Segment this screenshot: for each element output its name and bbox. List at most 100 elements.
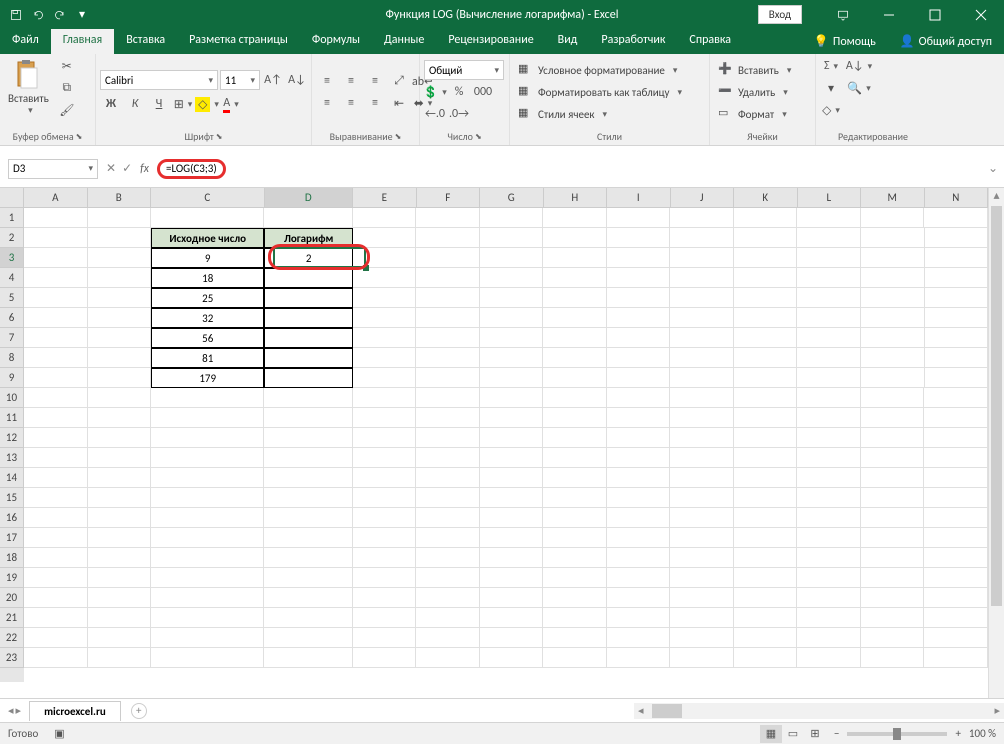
fill-icon[interactable]: ▾ [820,78,842,98]
cell[interactable] [24,628,88,648]
cell[interactable] [480,648,544,668]
cell[interactable] [264,368,352,388]
cell[interactable] [607,328,671,348]
cell[interactable] [861,648,925,668]
cell[interactable] [151,448,264,468]
tab-help[interactable]: Справка [677,29,743,54]
cell[interactable] [416,548,480,568]
cell[interactable] [924,468,988,488]
cell[interactable] [264,328,352,348]
row-header-11[interactable]: 11 [0,408,24,428]
cell[interactable] [88,328,152,348]
cell[interactable] [88,448,152,468]
col-header-B[interactable]: B [88,188,152,208]
cell[interactable] [607,648,671,668]
cell[interactable] [24,588,88,608]
cell[interactable] [861,288,925,308]
cell[interactable] [797,328,861,348]
align-left-icon[interactable]: ≡ [316,93,338,113]
sheet-nav-next-icon[interactable]: ▸ [16,704,22,717]
cell[interactable] [734,228,798,248]
cell[interactable] [861,588,925,608]
align-top-icon[interactable]: ≡ [316,71,338,91]
cell[interactable] [480,588,544,608]
cell[interactable] [416,248,480,268]
number-format-select[interactable]: Общий▾ [424,60,504,80]
cell[interactable] [797,468,861,488]
cell[interactable] [607,208,671,228]
col-header-E[interactable]: E [353,188,417,208]
cell[interactable] [861,568,925,588]
increase-decimal-icon[interactable]: ←.0 [424,104,446,124]
row-header-22[interactable]: 22 [0,628,24,648]
col-header-A[interactable]: A [24,188,88,208]
cell[interactable] [734,288,798,308]
cell[interactable] [151,648,264,668]
fill-handle[interactable] [363,265,369,271]
cell[interactable] [607,548,671,568]
cell[interactable] [353,528,417,548]
cell[interactable] [607,468,671,488]
cell[interactable]: 32 [151,308,264,328]
cell[interactable] [670,588,734,608]
cell[interactable] [670,488,734,508]
cell[interactable] [264,308,352,328]
cell[interactable] [543,588,607,608]
cell[interactable] [670,308,734,328]
cell[interactable] [607,508,671,528]
cell[interactable] [353,228,417,248]
cell[interactable] [670,628,734,648]
col-header-D[interactable]: D [265,188,354,208]
cell[interactable] [924,488,988,508]
cell[interactable] [416,588,480,608]
comma-icon[interactable]: 000 [472,82,494,102]
col-header-N[interactable]: N [925,188,989,208]
cell[interactable] [734,368,798,388]
zoom-slider[interactable] [847,732,947,736]
cell[interactable] [925,288,989,308]
format-cells-button[interactable]: ▭Формат▾ [714,104,791,124]
add-sheet-icon[interactable]: + [131,703,147,719]
cell[interactable] [416,508,480,528]
tab-file[interactable]: Файл [0,29,51,54]
cell[interactable] [416,568,480,588]
cell[interactable] [24,228,88,248]
cell[interactable] [607,488,671,508]
cell[interactable] [670,548,734,568]
row-header-13[interactable]: 13 [0,448,24,468]
cell[interactable] [353,348,417,368]
cell[interactable] [543,628,607,648]
col-header-F[interactable]: F [417,188,481,208]
cut-icon[interactable]: ✂ [56,56,78,76]
tab-view[interactable]: Вид [546,29,590,54]
login-button[interactable]: Вход [758,5,802,24]
cell[interactable] [670,408,734,428]
cell[interactable] [480,508,544,528]
cell[interactable] [607,568,671,588]
cell[interactable] [734,208,798,228]
cell[interactable] [543,268,607,288]
cell[interactable] [925,228,989,248]
cell[interactable] [353,408,417,428]
cell[interactable] [924,508,988,528]
cell[interactable] [151,488,264,508]
cell[interactable] [264,448,352,468]
cell[interactable] [734,608,798,628]
cell[interactable] [734,508,798,528]
cell[interactable] [264,488,352,508]
cell[interactable] [543,348,607,368]
cell[interactable] [88,628,152,648]
cell[interactable] [480,208,544,228]
cell[interactable] [543,568,607,588]
cell[interactable] [353,448,417,468]
cell[interactable] [797,268,861,288]
cell[interactable] [88,508,152,528]
row-header-7[interactable]: 7 [0,328,24,348]
cell[interactable] [543,548,607,568]
cell[interactable] [88,208,152,228]
cell[interactable] [797,448,861,468]
cell[interactable] [88,288,152,308]
cell[interactable] [607,248,671,268]
cell[interactable] [543,368,607,388]
cell[interactable] [353,328,417,348]
